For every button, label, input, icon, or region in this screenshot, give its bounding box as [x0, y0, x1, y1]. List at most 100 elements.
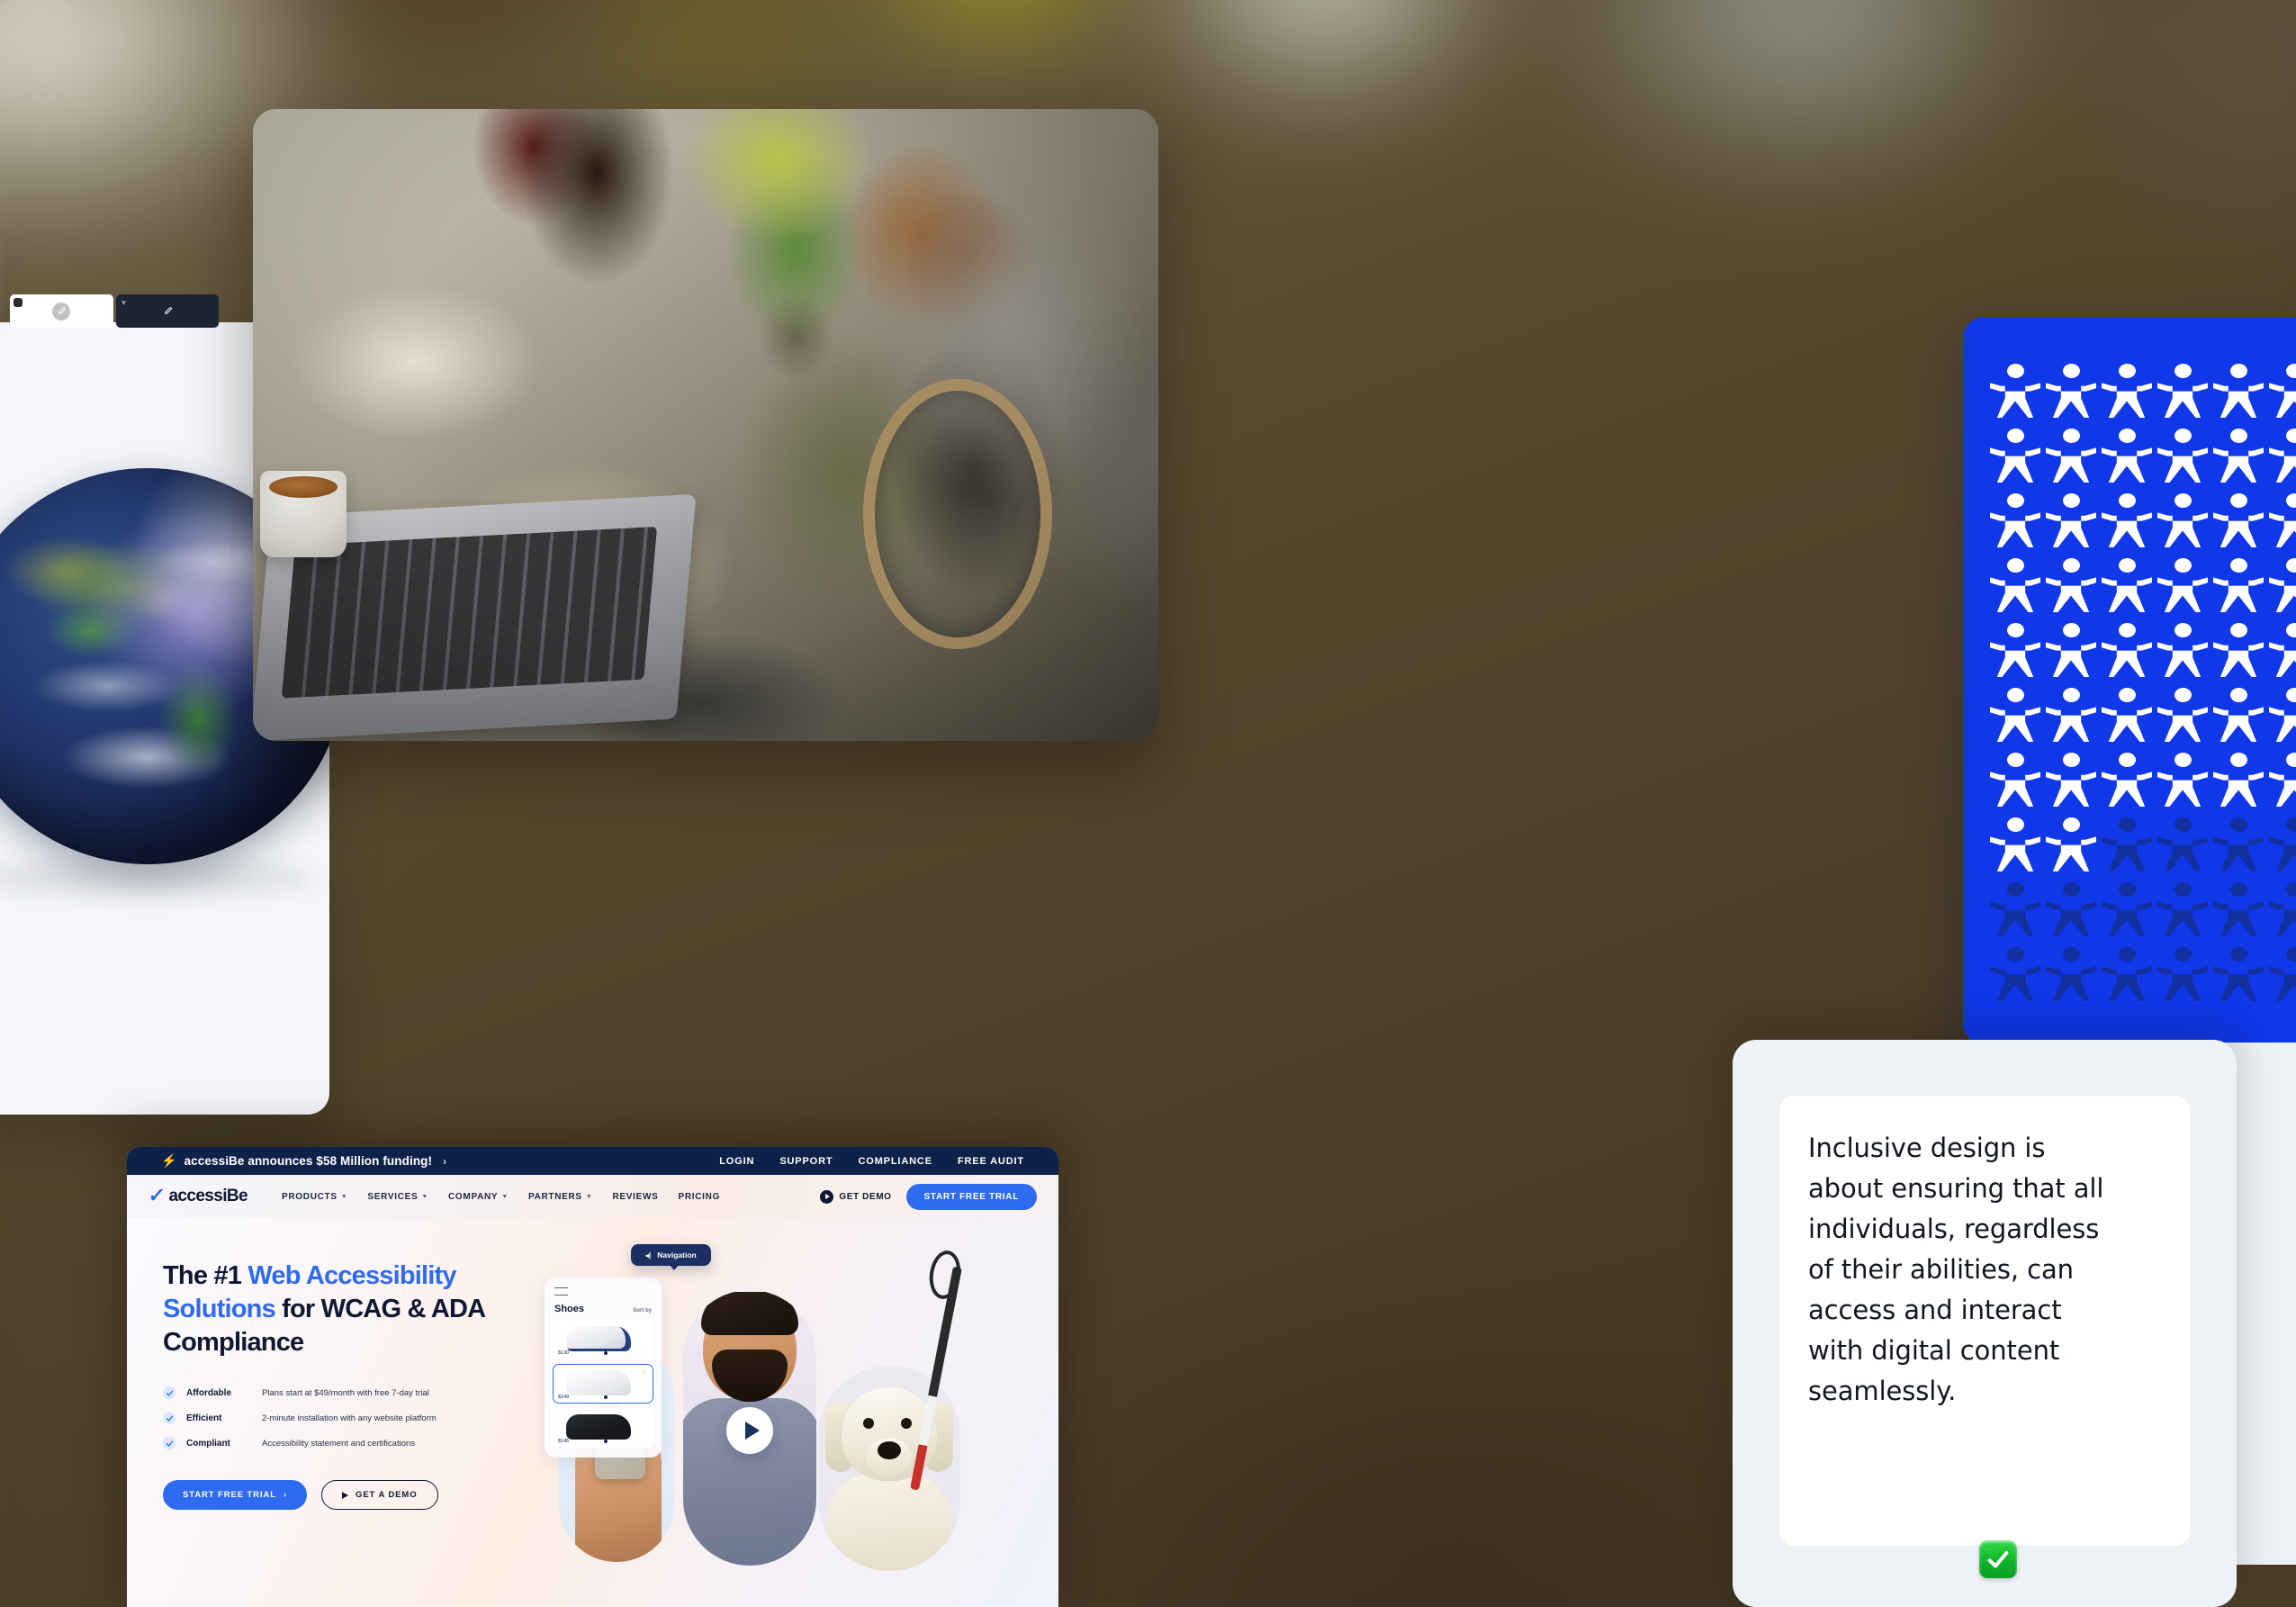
accessibe-logo[interactable]: ✓ accessiBe	[148, 1184, 248, 1206]
keyboard-nav-icon: ◂|	[645, 1250, 652, 1259]
nav-item-services[interactable]: SERVICES ▼	[367, 1192, 428, 1202]
hero-headline: The #1 Web Accessibility Solutions for W…	[163, 1259, 550, 1359]
check-circle-icon	[163, 1386, 176, 1400]
top-link-compliance[interactable]: COMPLIANCE	[858, 1156, 932, 1167]
cta-secondary-label: GET A DEMO	[356, 1490, 418, 1501]
person-icon	[2157, 364, 2208, 418]
feature-desc: 2-minute installation with any website p…	[262, 1413, 437, 1423]
favorite-heart-icon[interactable]: ♡	[642, 1369, 647, 1377]
color-swatch[interactable]	[604, 1440, 608, 1443]
nav-item-partners[interactable]: PARTNERS ▼	[528, 1192, 593, 1202]
get-demo-label: GET DEMO	[839, 1191, 892, 1202]
navigation-tooltip: ◂| Navigation	[631, 1244, 711, 1270]
nav-label: PRICING	[678, 1191, 721, 1202]
feature-item: Compliant Accessibility statement and ce…	[163, 1437, 550, 1450]
play-video-button[interactable]	[726, 1407, 773, 1454]
chevron-down-icon[interactable]: ▼	[120, 298, 129, 307]
person-icon	[2269, 623, 2296, 677]
announcement-link[interactable]: ⚡ accessiBe announces $58 Million fundin…	[161, 1153, 446, 1169]
chevron-right-icon: ›	[443, 1154, 447, 1168]
person-icon	[2102, 688, 2152, 742]
nav-item-reviews[interactable]: REVIEWS	[612, 1192, 658, 1202]
start-free-trial-nav-button[interactable]: START FREE TRIAL	[905, 1183, 1037, 1210]
nav-item-products[interactable]: PRODUCTS ▼	[282, 1192, 347, 1202]
nav-item-pricing[interactable]: PRICING	[678, 1192, 720, 1202]
hero-copy: The #1 Web Accessibility Solutions for W…	[163, 1259, 550, 1511]
color-swatch[interactable]	[604, 1395, 608, 1399]
logo-wordmark: accessiBe	[168, 1187, 248, 1205]
dog-eye-right	[901, 1418, 912, 1429]
person-icon	[2046, 364, 2096, 418]
hero-cta-group: START FREE TRIAL › GET A DEMO	[163, 1480, 550, 1511]
nav-item-company[interactable]: COMPANY ▼	[448, 1192, 509, 1202]
hero-section: The #1 Web Accessibility Solutions for W…	[127, 1218, 1058, 1607]
person-icon	[2157, 493, 2208, 547]
dog-body	[827, 1474, 951, 1571]
person-icon	[2157, 623, 2208, 677]
hero-showcase: Shoes Sort by $130 ♡ $140 $145 ◂| Naviga…	[525, 1231, 1047, 1607]
foreground-swatch[interactable]	[10, 294, 113, 328]
top-link-login[interactable]: LOGIN	[719, 1156, 754, 1167]
feature-title: Affordable	[186, 1387, 231, 1398]
person-icon	[2157, 558, 2208, 612]
people-icon-grid	[1990, 364, 2296, 1012]
nav-label: REVIEWS	[612, 1191, 659, 1202]
person-icon	[2213, 688, 2264, 742]
hamburger-menu-icon[interactable]	[554, 1287, 568, 1296]
person-icon	[2269, 753, 2296, 807]
person-icon	[2157, 817, 2208, 871]
person-icon	[2213, 558, 2264, 612]
person-icon	[2157, 688, 2208, 742]
eyedropper-icon[interactable]	[52, 302, 71, 320]
person-icon	[2269, 947, 2296, 1001]
product-card[interactable]: $145	[553, 1408, 653, 1448]
start-free-trial-button[interactable]: START FREE TRIAL ›	[163, 1480, 308, 1511]
headline-part-1: The #1	[163, 1261, 248, 1290]
nav-menu: PRODUCTS ▼ SERVICES ▼ COMPANY ▼ PARTNERS ▼ R…	[282, 1192, 720, 1202]
cta-primary-label: START FREE TRIAL	[183, 1490, 276, 1501]
hair	[701, 1292, 798, 1335]
nav-label: PARTNERS	[527, 1191, 582, 1202]
top-link-free-audit[interactable]: FREE AUDIT	[958, 1156, 1024, 1167]
top-link-support[interactable]: SUPPORT	[779, 1156, 833, 1167]
person-icon	[1990, 753, 2040, 807]
sneaker-image	[566, 1414, 631, 1440]
person-icon	[2102, 882, 2152, 936]
person-icon	[2269, 493, 2296, 547]
people-icon-panel	[1963, 317, 2296, 1044]
photo-vignette	[253, 109, 1158, 741]
shoes-product-list-mock: Shoes Sort by $130 ♡ $140 $145	[545, 1277, 662, 1458]
announcement-text: accessiBe announces $58 Million funding!	[184, 1154, 433, 1168]
product-price: $145	[558, 1439, 570, 1444]
person-icon	[2102, 429, 2152, 483]
person-icon	[1990, 623, 2040, 677]
inclusive-design-card: Inclusive design is about ensuring that …	[1733, 1040, 2237, 1607]
person-icon	[2046, 558, 2096, 612]
feature-item: Affordable Plans start at $49/month with…	[163, 1386, 550, 1400]
guide-dog-photo	[818, 1366, 960, 1571]
play-triangle-icon	[744, 1422, 760, 1440]
person-icon	[1990, 817, 2040, 871]
eyedropper-icon[interactable]	[158, 302, 176, 320]
feature-desc: Accessibility statement and certificatio…	[262, 1438, 416, 1449]
color-swatch[interactable]	[604, 1351, 608, 1355]
product-card-selected[interactable]: ♡ $140	[553, 1364, 653, 1404]
sneaker-image	[566, 1326, 631, 1351]
person-icon	[2213, 429, 2264, 483]
person-icon	[2102, 493, 2152, 547]
person-icon	[2157, 429, 2208, 483]
person-icon	[2102, 623, 2152, 677]
layer-icon	[14, 298, 23, 307]
person-icon	[1990, 429, 2040, 483]
announcement-bar: ⚡ accessiBe announces $58 Million fundin…	[127, 1147, 1058, 1175]
get-a-demo-button[interactable]: GET A DEMO	[321, 1480, 438, 1511]
feature-item: Efficient 2-minute installation with any…	[163, 1412, 550, 1425]
nav-label: SERVICES	[367, 1191, 419, 1202]
product-card[interactable]: $130	[553, 1320, 653, 1359]
person-icon	[2213, 753, 2264, 807]
person-icon	[2213, 493, 2264, 547]
get-demo-button[interactable]: GET DEMO	[820, 1189, 892, 1204]
person-icon	[1990, 364, 2040, 418]
background-swatch[interactable]: ▼	[115, 294, 219, 328]
sort-by-dropdown[interactable]: Sort by	[633, 1308, 652, 1314]
